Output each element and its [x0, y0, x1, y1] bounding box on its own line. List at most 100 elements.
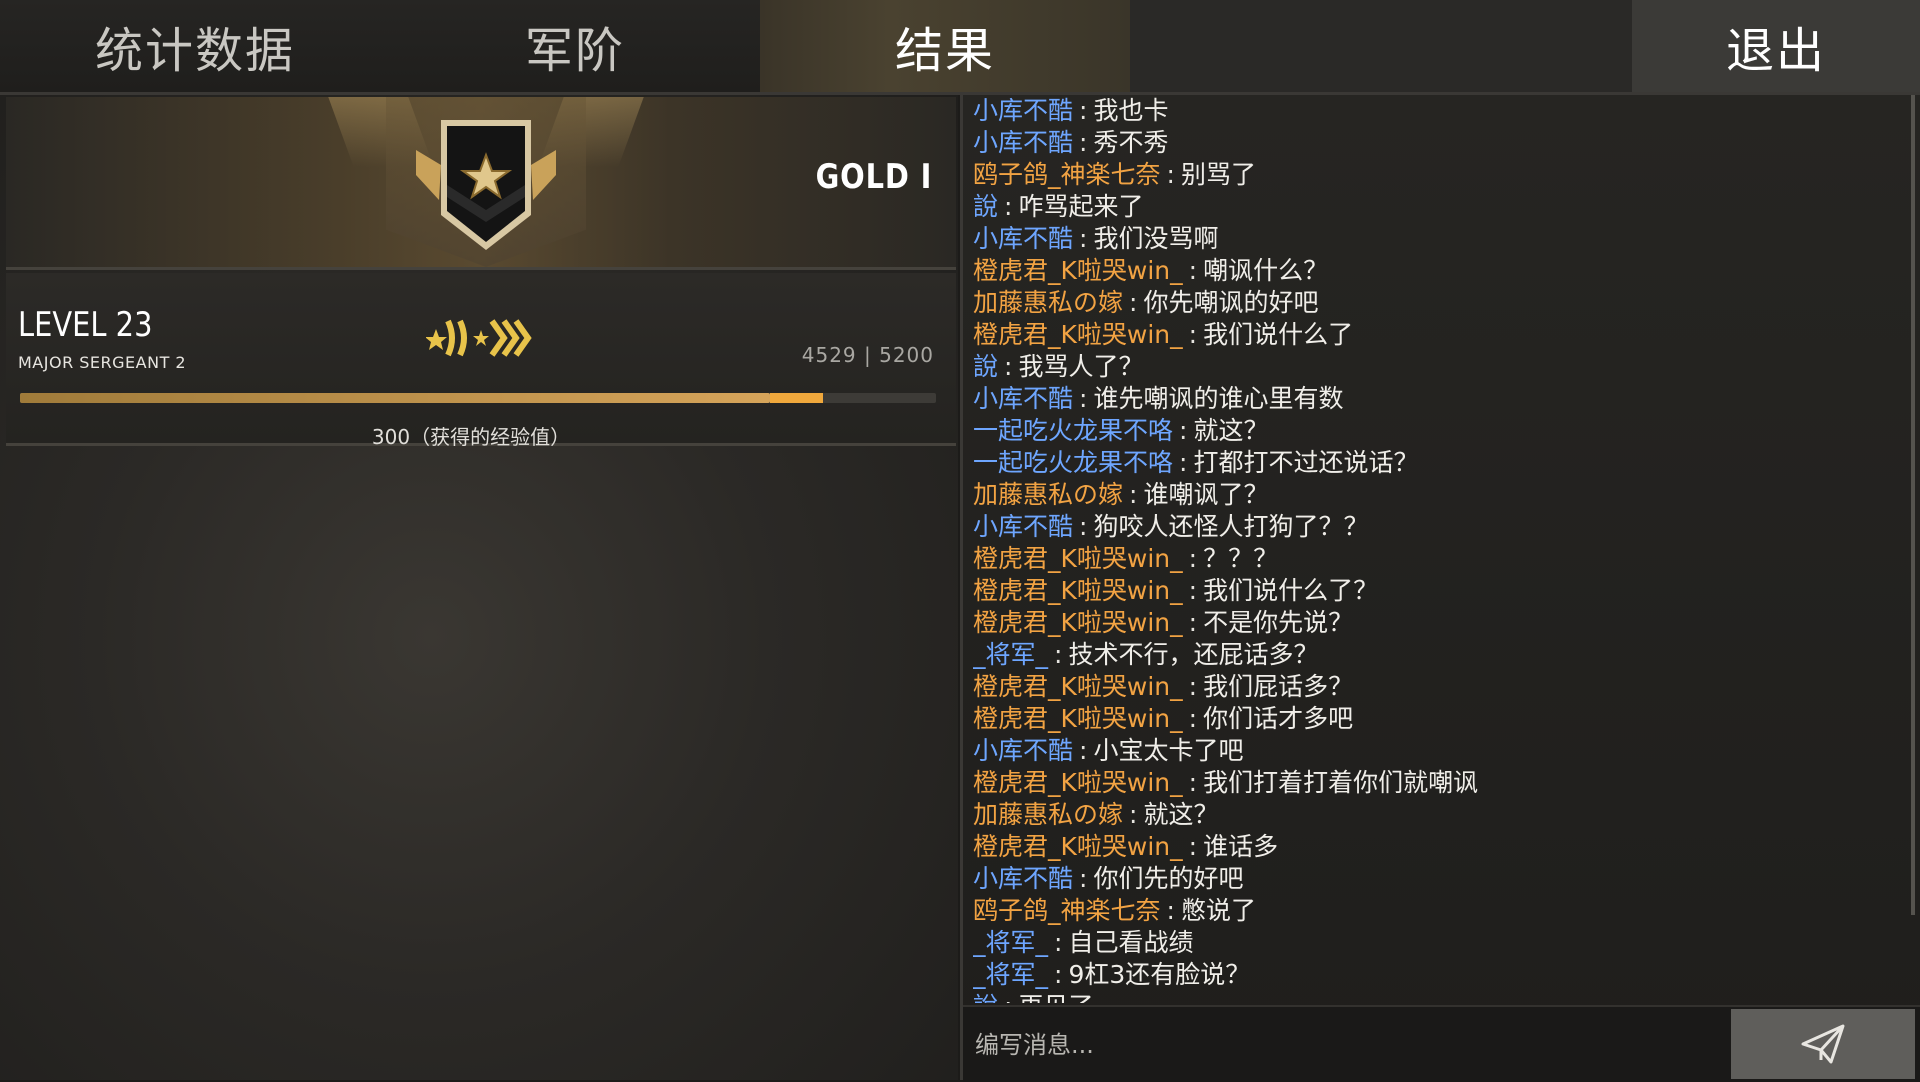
chat-log[interactable]: 小库不酷: 我也卡 小库不酷: 秀不秀 鸥子鸽_神楽七奈: 别骂了說: 咋骂起来了 小库不酷:…: [973, 95, 1893, 1003]
chat-message-text: 我们说什么了？: [1203, 576, 1379, 605]
chat-separator: :: [1188, 544, 1198, 573]
chat-message: 小库不酷: 秀不秀: [973, 127, 1893, 159]
chat-sender-name[interactable]: 小库不酷: [973, 384, 1073, 413]
chat-sender-name[interactable]: 說: [973, 192, 998, 221]
chat-sender-name[interactable]: 說: [973, 352, 998, 381]
chat-separator: :: [1188, 320, 1198, 349]
level-box: LEVEL 23 MAJOR SERGEANT 2 4529 | 5200 30…: [6, 273, 956, 449]
chat-sender-name[interactable]: 一起吃火龙果不咯: [973, 416, 1173, 445]
chat-sender-name[interactable]: 鸥子鸽_神楽七奈: [973, 160, 1161, 189]
tab-rank[interactable]: 军阶: [390, 0, 760, 92]
chat-sender-name[interactable]: 橙虎君_K啦哭win_: [973, 704, 1183, 733]
chat-sender-name[interactable]: 橙虎君_K啦哭win_: [973, 672, 1183, 701]
chat-sender-name[interactable]: 加藤惠私の嫁: [973, 288, 1123, 317]
chat-separator: :: [1188, 608, 1198, 637]
chat-separator: :: [1129, 288, 1138, 317]
chat-message-text: 再见了: [1018, 992, 1093, 1003]
chat-message: _将军_: 自己看战绩: [973, 927, 1893, 959]
rank-label: GOLD I: [815, 157, 932, 197]
chat-composer: [963, 1005, 1920, 1082]
message-input[interactable]: [973, 1007, 1677, 1082]
chat-panel: 小库不酷: 我也卡 小库不酷: 秀不秀 鸥子鸽_神楽七奈: 别骂了說: 咋骂起来了 小库不酷:…: [960, 95, 1920, 1082]
chat-sender-name[interactable]: 橙虎君_K啦哭win_: [973, 576, 1183, 605]
chat-message-text: 你们话才多吧: [1203, 704, 1354, 733]
chat-sender-name[interactable]: 小库不酷: [973, 864, 1073, 893]
chat-sender-name[interactable]: 小库不酷: [973, 224, 1073, 253]
chat-separator: :: [1004, 192, 1013, 221]
chat-separator: :: [1079, 512, 1088, 541]
chat-message-text: 不是你先说？: [1203, 608, 1354, 637]
chat-message-text: 谁话多: [1203, 832, 1279, 861]
chat-separator: :: [1054, 640, 1063, 669]
chat-separator: :: [1188, 704, 1198, 733]
chat-separator: :: [1079, 384, 1088, 413]
chat-message: 說: 咋骂起来了: [973, 191, 1893, 223]
chat-message: 小库不酷: 狗咬人还怪人打狗了？？: [973, 511, 1893, 543]
chat-sender-name[interactable]: 加藤惠私の嫁: [973, 800, 1123, 829]
chat-message: 說:再见了: [973, 991, 1893, 1003]
chat-sender-name[interactable]: 橙虎君_K啦哭win_: [973, 608, 1183, 637]
chat-sender-name[interactable]: 橙虎君_K啦哭win_: [973, 320, 1183, 349]
chat-sender-name[interactable]: 橙虎君_K啦哭win_: [973, 256, 1183, 285]
chat-message-text: 嘲讽什么？: [1203, 256, 1329, 285]
chat-sender-name[interactable]: 加藤惠私の嫁: [973, 480, 1123, 509]
chat-sender-name[interactable]: 小库不酷: [973, 128, 1073, 157]
chat-message-text: 谁先嘲讽的谁心里有数: [1093, 384, 1344, 413]
chat-separator: :: [1179, 416, 1188, 445]
tab-result[interactable]: 结果: [760, 0, 1130, 92]
chat-message: 橙虎君_K啦哭win_: 我们说什么了？: [973, 575, 1893, 607]
chat-message-text: 打都打不过还说话？: [1193, 448, 1419, 477]
rank-panel: GOLD I LEVEL 23 MAJOR SERGEANT 2 4529 | …: [0, 95, 958, 1080]
gold-shield-star-icon: [416, 120, 556, 250]
tab-stats[interactable]: 统计数据: [0, 0, 390, 92]
chat-sender-name[interactable]: 橙虎君_K啦哭win_: [973, 768, 1183, 797]
chat-message: 加藤惠私の嫁: 就这？: [973, 799, 1893, 831]
chat-sender-name[interactable]: _将军_: [973, 960, 1048, 989]
chat-separator: :: [1188, 672, 1198, 701]
chat-separator: :: [1166, 160, 1175, 189]
exit-button[interactable]: 退出: [1632, 0, 1920, 92]
chat-separator: :: [1054, 960, 1063, 989]
chat-message-text: 我们没骂啊: [1093, 224, 1219, 253]
chat-message-text: 就这？: [1143, 800, 1219, 829]
chat-scrollbar-thumb[interactable]: [1911, 95, 1915, 915]
chat-message: 小库不酷: 我们没骂啊: [973, 223, 1893, 255]
chat-sender-name[interactable]: 一起吃火龙果不咯: [973, 448, 1173, 477]
chat-separator: :: [1054, 928, 1063, 957]
chat-sender-name[interactable]: _将军_: [973, 640, 1048, 669]
chat-message: 小库不酷: 小宝太卡了吧: [973, 735, 1893, 767]
chat-sender-name[interactable]: 橙虎君_K啦哭win_: [973, 544, 1183, 573]
chat-message: 鸥子鸽_神楽七奈: 憋说了: [973, 895, 1893, 927]
chat-message: 一起吃火龙果不咯: 就这？: [973, 415, 1893, 447]
chat-message-text: 别骂了: [1180, 160, 1256, 189]
xp-count: 4529 | 5200: [801, 343, 934, 367]
chat-separator: :: [1179, 448, 1188, 477]
chat-message-text: 我们说什么了: [1203, 320, 1354, 349]
chat-message: _将军_: 技术不行，还屁话多？: [973, 639, 1893, 671]
chat-message-text: 你们先的好吧: [1093, 864, 1244, 893]
paper-plane-icon: [1801, 1024, 1845, 1064]
chat-message-text: 技术不行，还屁话多？: [1068, 640, 1319, 669]
chat-message: 小库不酷: 我也卡: [973, 95, 1893, 127]
chat-message: 一起吃火龙果不咯: 打都打不过还说话？: [973, 447, 1893, 479]
tab-bar-spacer: [1130, 0, 1632, 92]
chat-separator: :: [1188, 256, 1198, 285]
chat-sender-name[interactable]: 說: [973, 992, 998, 1003]
chat-sender-name[interactable]: 小库不酷: [973, 512, 1073, 541]
chat-sender-name[interactable]: 小库不酷: [973, 96, 1073, 125]
send-button[interactable]: [1731, 1009, 1915, 1079]
chat-message-text: 小宝太卡了吧: [1093, 736, 1244, 765]
chat-message-text: 自己看战绩: [1068, 928, 1194, 957]
chat-sender-name[interactable]: 小库不酷: [973, 736, 1073, 765]
chat-separator: :: [1079, 128, 1088, 157]
chat-sender-name[interactable]: 鸥子鸽_神楽七奈: [973, 896, 1161, 925]
chat-message: 橙虎君_K啦哭win_: 不是你先说？: [973, 607, 1893, 639]
chat-message-text: 我们屁话多？: [1203, 672, 1354, 701]
chat-sender-name[interactable]: 橙虎君_K啦哭win_: [973, 832, 1183, 861]
chat-separator: :: [1079, 224, 1088, 253]
rank-title: MAJOR SERGEANT 2: [18, 353, 187, 372]
chat-message: 小库不酷: 你们先的好吧: [973, 863, 1893, 895]
chat-sender-name[interactable]: _将军_: [973, 928, 1048, 957]
rank-chevrons-icon: [426, 319, 532, 357]
chat-separator: :: [1166, 896, 1175, 925]
